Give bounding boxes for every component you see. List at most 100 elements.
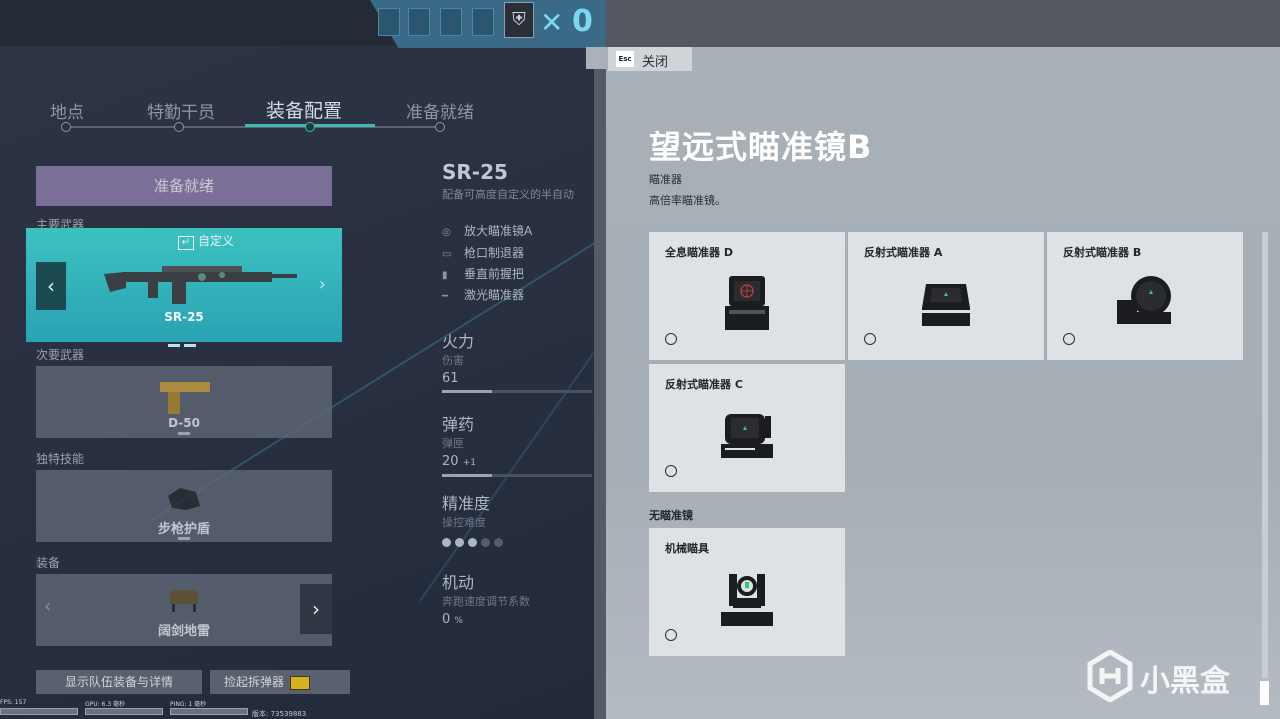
- pistol-icon: [160, 382, 210, 414]
- option-iron-sight[interactable]: 机械瞄具: [649, 528, 845, 656]
- accuracy-dot-empty: [481, 538, 490, 547]
- watermark-logo-icon: [1087, 650, 1133, 702]
- primary-pager: [168, 332, 200, 351]
- grip-icon: ▮: [442, 270, 448, 281]
- stat-ammo-number: 20: [442, 454, 459, 469]
- round-slot: [440, 8, 462, 36]
- stat-firepower-fill: [442, 390, 492, 393]
- option-radio[interactable]: [665, 333, 677, 345]
- customize-link[interactable]: ↵ 自定义: [178, 232, 234, 250]
- ping-label: PING: 1 毫秒: [170, 701, 207, 708]
- round-slot: [378, 8, 400, 36]
- gpu-graph: [85, 708, 163, 715]
- gpu-box: GPU: 6.3 毫秒: [85, 699, 165, 717]
- gpu-label: GPU: 6.3 毫秒: [85, 701, 126, 708]
- step-dot: [174, 122, 184, 132]
- gadget-card[interactable]: 阔剑地雷: [36, 574, 332, 646]
- attachment-laser: ━ 激光瞄准器: [442, 286, 524, 303]
- fps-graph: [0, 708, 78, 715]
- option-radio[interactable]: [665, 629, 677, 641]
- perf-overlay: FPS: 157 GPU: 6.3 毫秒 PING: 1 毫秒 版本: 7353…: [0, 697, 606, 719]
- stat-firepower-bar: [442, 390, 592, 393]
- stat-mobility-title: 机动: [442, 573, 475, 592]
- score-digit: 0: [572, 4, 593, 39]
- next-gadget-button[interactable]: ›: [300, 584, 332, 634]
- step-loadout[interactable]: 装备配置: [266, 96, 342, 123]
- laser-icon: ━: [442, 291, 449, 302]
- panel-divider: [594, 47, 606, 719]
- claymore-icon: [170, 590, 198, 612]
- secondary-weapon-card[interactable]: D-50: [36, 366, 332, 438]
- attachment-barrel-label: 枪口制退器: [464, 246, 525, 260]
- pager-dot: [178, 432, 190, 435]
- panel-edge: [586, 47, 606, 69]
- primary-weapon-card[interactable]: ↵ 自定义 ‹ › SR-25: [26, 228, 342, 347]
- round-slot: [408, 8, 430, 36]
- option-reflex-a[interactable]: 反射式瞄准器 A: [848, 232, 1044, 360]
- stat-firepower-value: 61: [442, 371, 459, 386]
- prev-gadget-button[interactable]: ‹: [44, 596, 51, 617]
- prev-weapon-button[interactable]: ‹: [36, 262, 66, 310]
- next-weapon-button[interactable]: ›: [319, 274, 326, 295]
- pickup-defuser-button[interactable]: 捡起拆弹器: [210, 670, 350, 694]
- attachment-laser-label: 激光瞄准器: [464, 288, 525, 302]
- stat-firepower-title: 火力: [442, 332, 475, 351]
- option-name: 全息瞄准器 D: [665, 246, 733, 259]
- option-name: 反射式瞄准器 C: [665, 378, 743, 391]
- ready-button[interactable]: 准备就绪: [36, 166, 332, 206]
- option-radio[interactable]: [1063, 333, 1075, 345]
- stat-mobility-sub: 奔跑速度调节系数: [442, 595, 530, 608]
- accuracy-dot-filled: [442, 538, 451, 547]
- stat-ammo-sub: 弹匣: [442, 437, 464, 450]
- no-scope-header: 无瞄准镜: [649, 509, 693, 522]
- muzzle-icon: ▭: [442, 249, 452, 260]
- unique-ability-card[interactable]: 步枪护盾: [36, 470, 332, 542]
- watermark: 小黑盒: [1086, 650, 1246, 702]
- enter-key-icon: ↵: [178, 236, 194, 250]
- option-name: 反射式瞄准器 A: [864, 246, 943, 259]
- secondary-weapon-name: D-50: [168, 416, 200, 430]
- reflex-c-icon: [721, 414, 773, 458]
- gadget-name: 阔剑地雷: [157, 624, 210, 639]
- step-ready[interactable]: 准备就绪: [406, 98, 474, 123]
- rifle-shield-icon: [168, 488, 200, 510]
- option-radio[interactable]: [864, 333, 876, 345]
- option-reflex-c[interactable]: 反射式瞄准器 C: [649, 364, 845, 492]
- pickup-defuser-label: 捡起拆弹器: [224, 675, 285, 689]
- esc-key-icon: Esc: [616, 51, 634, 67]
- attachment-sight-label: 放大瞄准镜A: [464, 224, 533, 238]
- close-button[interactable]: Esc 关闭: [608, 47, 692, 71]
- attachment-grip: ▮ 垂直前握把: [442, 265, 524, 282]
- panel-scrollbar[interactable]: [1262, 232, 1268, 678]
- option-name: 机械瞄具: [665, 542, 709, 555]
- close-label: 关闭: [642, 55, 669, 70]
- crossed-swords-icon: ✕: [540, 6, 564, 39]
- accuracy-dot-empty: [494, 538, 503, 547]
- step-dot: [61, 122, 71, 132]
- stat-accuracy-dots: [442, 532, 507, 551]
- stat-ammo-extra: +1: [462, 458, 476, 468]
- option-radio[interactable]: [665, 465, 677, 477]
- weapon-description: 配备可高度自定义的半自动: [442, 188, 574, 201]
- reflex-a-icon: [922, 284, 970, 326]
- stat-firepower-sub: 伤害: [442, 354, 464, 367]
- stat-ammo-title: 弹药: [442, 415, 475, 434]
- reflex-b-icon: [1117, 276, 1171, 324]
- panel-title: 望远式瞄准镜B: [649, 128, 873, 166]
- stat-mobility-unit: %: [454, 616, 463, 626]
- team-details-button[interactable]: 显示队伍装备与详情: [36, 670, 202, 694]
- step-location[interactable]: 地点: [50, 98, 84, 123]
- watermark-text: 小黑盒: [1140, 664, 1230, 699]
- stat-ammo-value: 20 +1: [442, 454, 476, 469]
- panel-scroll-thumb[interactable]: [1260, 681, 1269, 705]
- holo-sight-icon: [725, 276, 769, 330]
- option-name: 反射式瞄准器 B: [1063, 246, 1142, 259]
- step-operator[interactable]: 特勤干员: [147, 98, 215, 123]
- section-secondary-label: 次要武器: [36, 348, 85, 362]
- option-reflex-b[interactable]: 反射式瞄准器 B: [1047, 232, 1243, 360]
- fps-label: FPS: 157: [0, 699, 27, 706]
- option-holo-d[interactable]: 全息瞄准器 D: [649, 232, 845, 360]
- top-score-bar: ⛨ ✕ 0: [0, 0, 606, 48]
- team-emblem-icon: ⛨: [504, 2, 534, 38]
- stat-mobility-value: 0 %: [442, 612, 463, 627]
